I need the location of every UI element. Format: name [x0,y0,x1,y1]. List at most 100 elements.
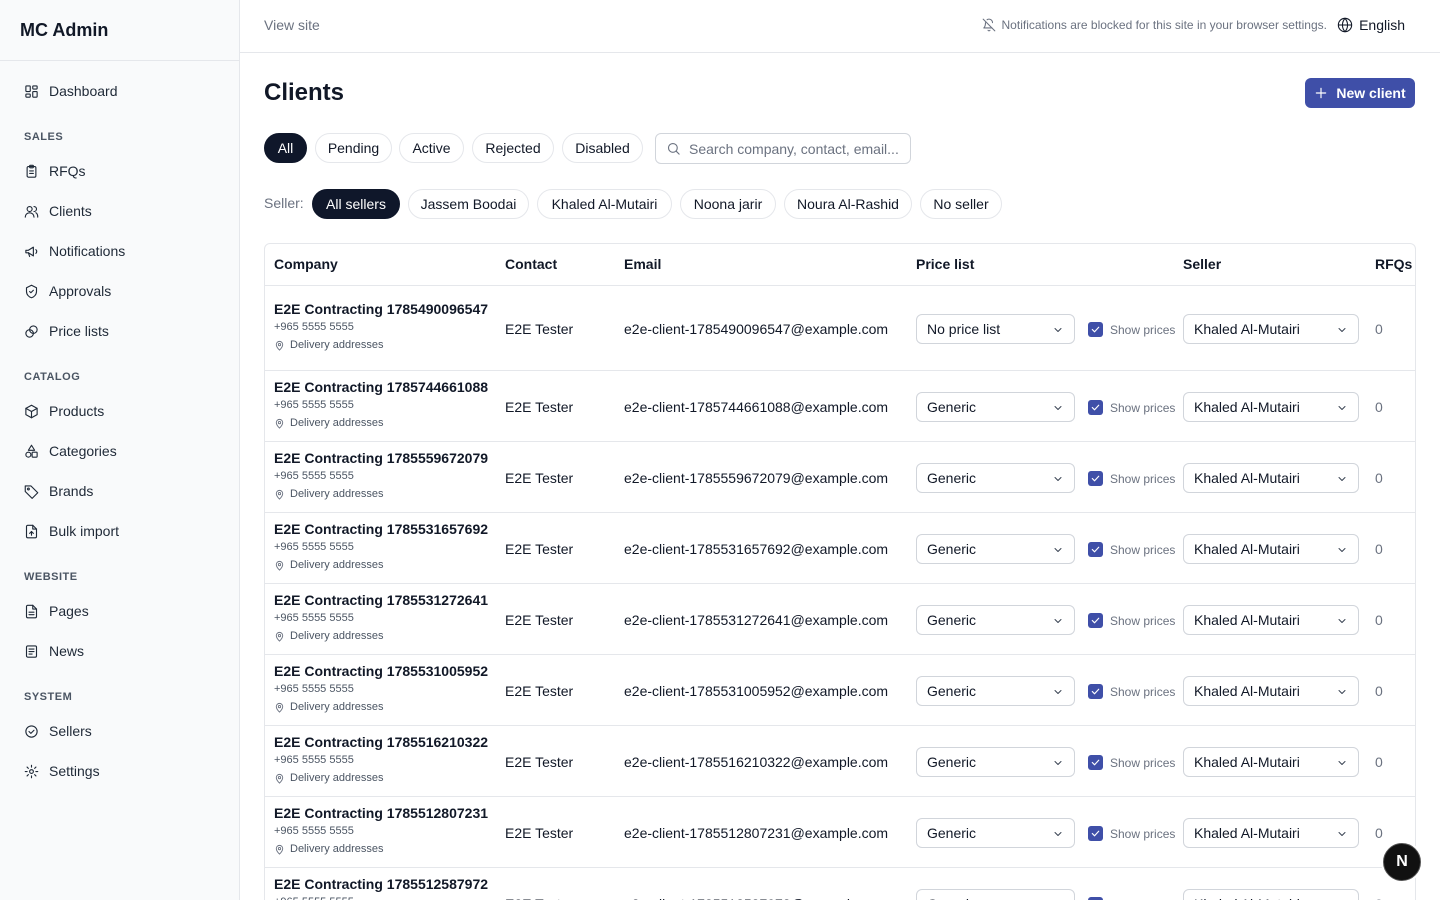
plus-icon [1316,87,1327,99]
chevron-down-icon [1054,760,1062,765]
tag-icon [24,484,39,499]
gear-icon [24,764,39,778]
delivery-addresses-link[interactable]: Delivery addresses [274,843,384,855]
sidebar-item-label: Categories [49,443,117,459]
price-list-value: Generic [927,540,977,557]
chevron-down-icon [1338,760,1346,765]
company-name[interactable]: E2E Contracting 1785490096547 [274,301,488,317]
price-list-select[interactable]: Generic [916,604,1075,635]
sidebar-item-dashboard[interactable]: Dashboard [24,81,118,101]
sidebar-item-price-lists[interactable]: Price lists [24,321,109,341]
company-name[interactable]: E2E Contracting 1785531657692 [274,521,488,537]
seller-select[interactable]: Khaled Al-Mutairi [1183,604,1359,635]
table-row: E2E Contracting 1785512807231 +965 5555 5… [265,797,1415,868]
seller-filter-noona-jarir[interactable]: Noona jarir [680,189,776,219]
delivery-addresses-link[interactable]: Delivery addresses [274,772,384,784]
app-title: MC Admin [0,0,239,61]
sidebar-item-brands[interactable]: Brands [24,481,93,501]
seller-select[interactable]: Khaled Al-Mutairi [1183,533,1359,564]
check-icon [1091,546,1100,552]
price-list-select[interactable]: Generic [916,888,1075,900]
company-name[interactable]: E2E Contracting 1785559672079 [274,450,488,466]
delivery-addresses-link[interactable]: Delivery addresses [274,559,384,571]
topbar: View site Notifications are blocked for … [240,0,1440,53]
seller-filter-all[interactable]: All sellers [312,189,400,219]
seller-select[interactable]: Khaled Al-Mutairi [1183,888,1359,900]
company-name[interactable]: E2E Contracting 1785512807231 [274,805,488,821]
sidebar-item-products[interactable]: Products [24,401,104,421]
show-prices-checkbox[interactable] [1088,612,1103,628]
company-name[interactable]: E2E Contracting 1785516210322 [274,734,488,750]
sidebar-item-pages[interactable]: Pages [24,601,89,621]
sidebar-item-rfqs[interactable]: RFQs [24,161,86,181]
status-filter-rejected[interactable]: Rejected [472,133,554,163]
sidebar-item-sellers[interactable]: Sellers [24,721,92,741]
check-icon [1091,475,1100,481]
seller-select[interactable]: Khaled Al-Mutairi [1183,817,1359,848]
seller-filter-jassem-boodai[interactable]: Jassem Boodai [408,189,529,219]
delivery-addresses-link[interactable]: Delivery addresses [274,488,384,500]
page-title: Clients [264,79,345,106]
show-prices-checkbox[interactable] [1088,399,1103,415]
price-list-select[interactable]: Generic [916,533,1075,564]
dev-tools-badge[interactable]: N [1383,843,1421,881]
seller-select[interactable]: Khaled Al-Mutairi [1183,313,1359,344]
price-list-select[interactable]: Generic [916,462,1075,493]
client-email: e2e-client-1785531657692@example.com [624,540,889,557]
chevron-down-icon [1054,405,1062,410]
sidebar-item-notifications[interactable]: Notifications [24,241,125,261]
search-icon [667,142,680,155]
show-prices-checkbox[interactable] [1088,541,1103,557]
price-list-select[interactable]: Generic [916,675,1075,706]
delivery-addresses-link[interactable]: Delivery addresses [274,339,384,351]
company-name[interactable]: E2E Contracting 1785531272641 [274,592,488,608]
delivery-addresses-link[interactable]: Delivery addresses [274,630,384,642]
delivery-addresses-link[interactable]: Delivery addresses [274,417,384,429]
search-input[interactable] [689,140,904,157]
sidebar-item-clients[interactable]: Clients [24,201,92,221]
show-prices-checkbox[interactable] [1088,825,1103,841]
contact-name: E2E Tester [505,540,574,557]
seller-filter-no-seller[interactable]: No seller [920,189,1002,219]
seller-select[interactable]: Khaled Al-Mutairi [1183,675,1359,706]
price-list-select[interactable]: No price list [916,313,1075,344]
status-filter-disabled[interactable]: Disabled [562,133,643,163]
company-name[interactable]: E2E Contracting 1785744661088 [274,379,488,395]
view-site-link[interactable]: View site [264,17,320,33]
price-list-select[interactable]: Generic [916,746,1075,777]
sidebar-item-news[interactable]: News [24,641,84,661]
show-prices-checkbox[interactable] [1088,754,1103,770]
status-filter-active[interactable]: Active [399,133,464,163]
sidebar-item-approvals[interactable]: Approvals [24,281,111,301]
price-list-value: Generic [927,398,977,415]
sidebar-item-settings[interactable]: Settings [24,761,100,781]
company-name[interactable]: E2E Contracting 1785512587972 [274,876,488,892]
seller-select[interactable]: Khaled Al-Mutairi [1183,746,1359,777]
show-prices-checkbox[interactable] [1088,470,1103,486]
company-phone: +965 5555 5555 [274,399,354,411]
show-prices-label: Show prices [1110,542,1176,557]
seller-select[interactable]: Khaled Al-Mutairi [1183,391,1359,422]
company-name[interactable]: E2E Contracting 1785531005952 [274,663,488,679]
show-prices-label: Show prices [1110,684,1176,699]
language-switcher[interactable]: English [1337,17,1405,33]
status-filter-all[interactable]: All [264,133,307,163]
column-header-company: Company [274,256,338,272]
sidebar-item-bulk-import[interactable]: Bulk import [24,521,119,541]
price-list-value: Generic [927,469,977,486]
show-prices-checkbox[interactable] [1088,896,1103,900]
price-list-select[interactable]: Generic [916,391,1075,422]
notifications-blocked-text: Notifications are blocked for this site … [1001,18,1327,32]
seller-filter-noura-al-rashid[interactable]: Noura Al-Rashid [784,189,912,219]
price-list-select[interactable]: Generic [916,817,1075,848]
new-client-button[interactable]: New client [1305,78,1415,108]
sidebar-item-categories[interactable]: Categories [24,441,117,461]
client-email: e2e-client-1785490096547@example.com [624,320,889,337]
seller-select[interactable]: Khaled Al-Mutairi [1183,462,1359,493]
sidebar-item-label: Approvals [49,283,112,299]
delivery-addresses-link[interactable]: Delivery addresses [274,701,384,713]
seller-filter-khaled-al-mutairi[interactable]: Khaled Al-Mutairi [537,189,672,219]
show-prices-checkbox[interactable] [1088,321,1103,337]
show-prices-checkbox[interactable] [1088,683,1103,699]
status-filter-pending[interactable]: Pending [315,133,392,163]
